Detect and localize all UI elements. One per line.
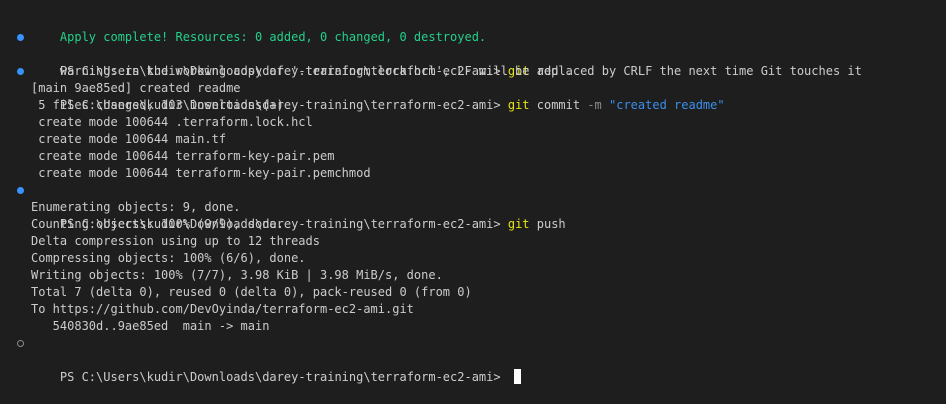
output-line: create mode 100644 terraform-key-pair.pe…	[0, 148, 946, 165]
output-text: Delta compression using up to 12 threads	[31, 234, 320, 248]
command-line-add: PS C:\Users\kudir\Downloads\darey-traini…	[0, 29, 946, 78]
output-text: [main 9ae85ed] created readme	[31, 81, 241, 95]
output-text: Total 7 (delta 0), reused 0 (delta 0), p…	[31, 285, 472, 299]
terminal-panel[interactable]: Apply complete! Resources: 0 added, 0 ch…	[0, 0, 946, 404]
command-line-push: PS C:\Users\kudir\Downloads\darey-traini…	[0, 182, 946, 231]
output-line: 5 files changed, 103 insertions(+)	[0, 97, 946, 114]
output-line: Enumerating objects: 9, done.	[0, 199, 946, 216]
success-circle-icon[interactable]	[17, 187, 24, 194]
output-text: Writing objects: 100% (7/7), 3.98 KiB | …	[31, 268, 443, 282]
output-line: create mode 100644 terraform-key-pair.pe…	[0, 165, 946, 182]
success-circle-icon[interactable]	[17, 34, 24, 41]
command-line-commit: PS C:\Users\kudir\Downloads\darey-traini…	[0, 63, 946, 112]
output-text: 540830d..9ae85ed main -> main	[31, 319, 270, 333]
output-line: 540830d..9ae85ed main -> main	[0, 318, 946, 335]
output-text: create mode 100644 terraform-key-pair.pe…	[31, 149, 335, 163]
output-line: Writing objects: 100% (7/7), 3.98 KiB | …	[0, 267, 946, 284]
output-line: Counting objects: 100% (9/9), done.	[0, 216, 946, 233]
output-line: create mode 100644 main.tf	[0, 131, 946, 148]
output-line: Total 7 (delta 0), reused 0 (delta 0), p…	[0, 284, 946, 301]
output-text: Counting objects: 100% (9/9), done.	[31, 217, 284, 231]
output-text: Compressing objects: 100% (6/6), done.	[31, 251, 306, 265]
output-line: To https://github.com/DevOyinda/terrafor…	[0, 301, 946, 318]
success-circle-icon[interactable]	[17, 68, 24, 75]
output-line: Compressing objects: 100% (6/6), done.	[0, 250, 946, 267]
output-text: 5 files changed, 103 insertions(+)	[31, 98, 284, 112]
output-text: create mode 100644 .terraform.lock.hcl	[31, 115, 313, 129]
output-text: To https://github.com/DevOyinda/terrafor…	[31, 302, 414, 316]
prompt: PS C:\Users\kudir\Downloads\darey-traini…	[59, 370, 508, 384]
text-cursor	[513, 369, 521, 384]
output-text: Enumerating objects: 9, done.	[31, 200, 241, 214]
output-line: [main 9ae85ed] created readme	[0, 80, 946, 97]
pending-circle-icon[interactable]	[17, 340, 24, 347]
output-text: create mode 100644 terraform-key-pair.pe…	[31, 166, 371, 180]
output-line: Delta compression using up to 12 threads	[0, 233, 946, 250]
output-line: create mode 100644 .terraform.lock.hcl	[0, 114, 946, 131]
output-text: create mode 100644 main.tf	[31, 132, 227, 146]
warning-line: warning: in the working copy of '.terraf…	[0, 46, 946, 78]
active-prompt-line[interactable]: PS C:\Users\kudir\Downloads\darey-traini…	[0, 335, 946, 384]
apply-status-line: Apply complete! Resources: 0 added, 0 ch…	[0, 12, 946, 44]
